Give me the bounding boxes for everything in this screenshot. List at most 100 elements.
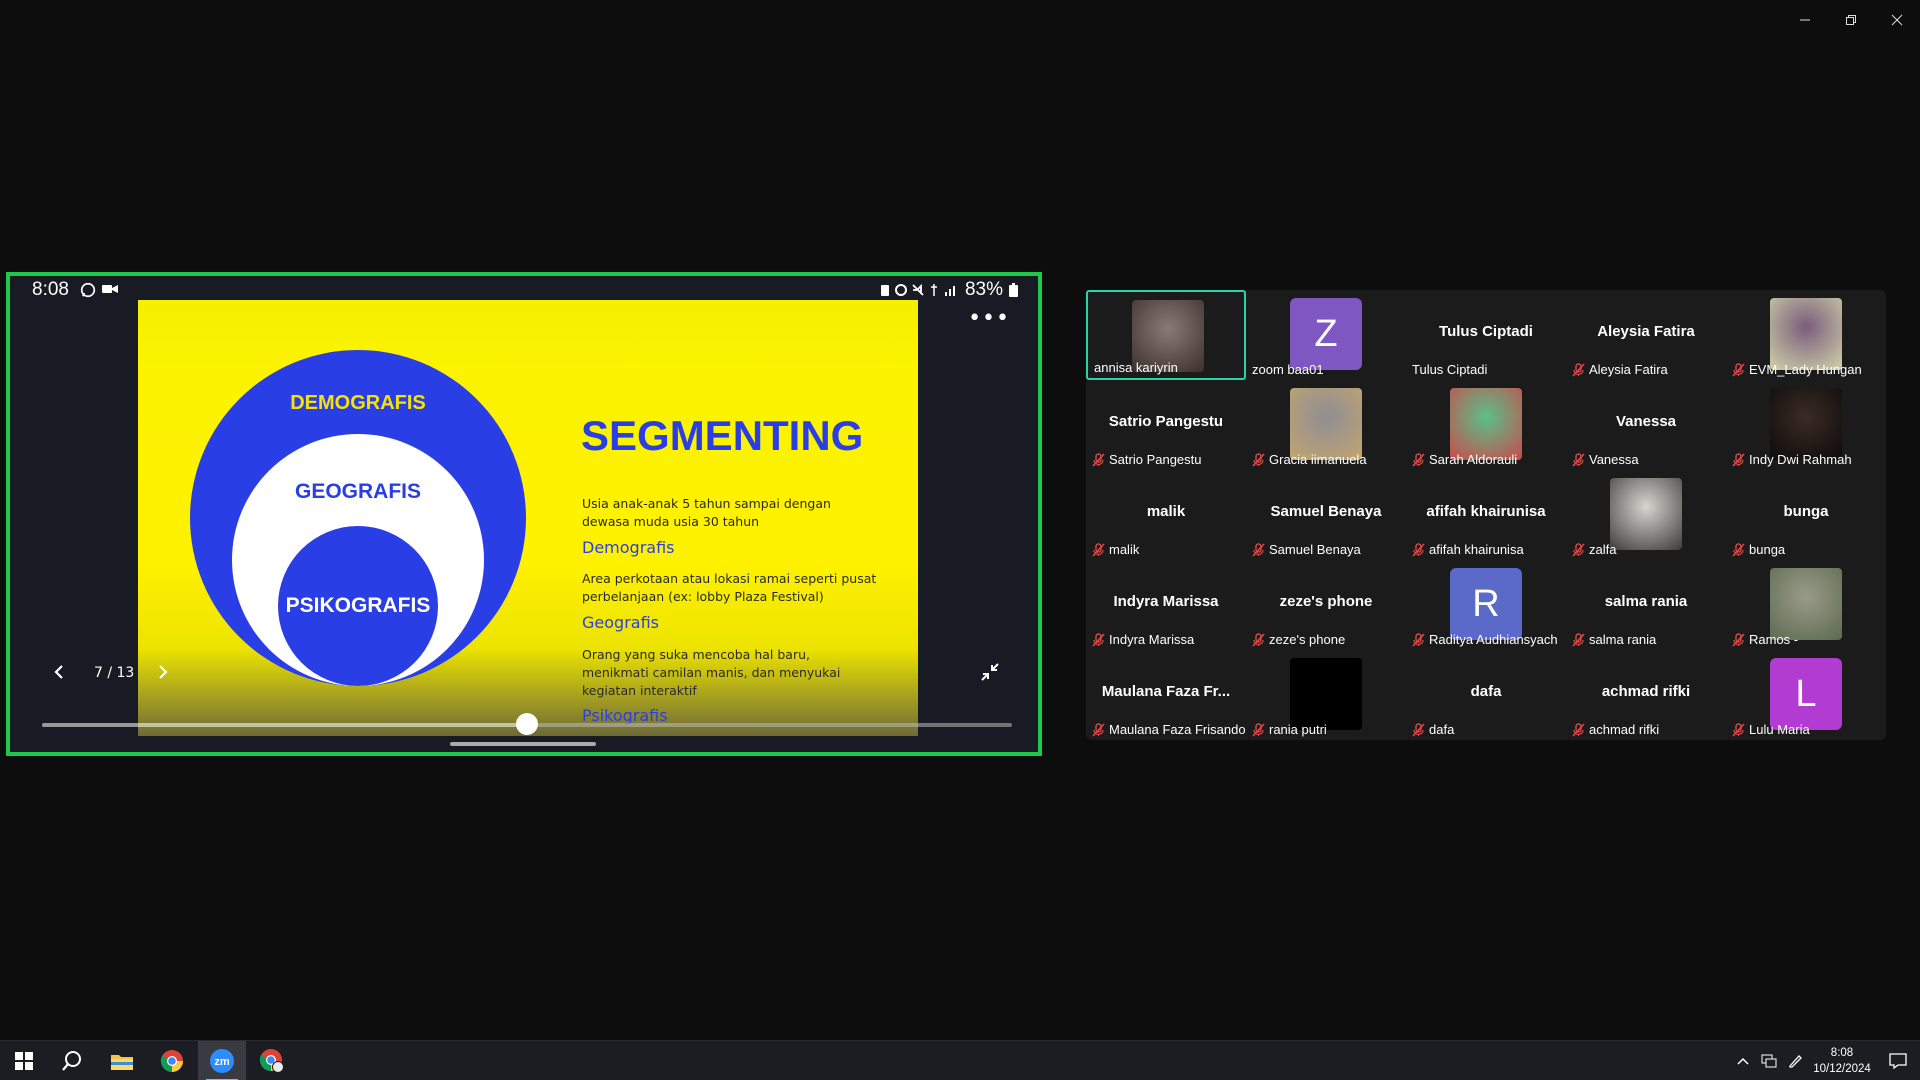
participant-video (1610, 478, 1682, 550)
more-options-icon[interactable]: ••• (968, 306, 1010, 331)
taskbar: zm 8:08 10/12/2024 (0, 1040, 1920, 1080)
slide-title: SEGMENTING (581, 412, 864, 459)
mic-muted-icon (1412, 722, 1425, 737)
mic-muted-icon (1092, 542, 1105, 557)
participant-name-bar: Tulus Ciptadi (1412, 362, 1487, 377)
restore-icon[interactable] (1828, 0, 1874, 40)
chevron-up-icon[interactable] (1730, 1041, 1756, 1080)
participant-tile[interactable]: malik malik (1086, 470, 1246, 560)
pen-icon[interactable] (1782, 1041, 1808, 1080)
participant-name-bar: Vanessa (1572, 452, 1639, 467)
participant-tile[interactable]: annisa kariyrin (1086, 290, 1246, 380)
mic-muted-icon (1092, 632, 1105, 647)
participant-name: Vanessa (1589, 452, 1639, 467)
mic-muted-icon (1412, 452, 1425, 467)
participant-name-bar: achmad rifki (1572, 722, 1659, 737)
participant-tile[interactable]: rania putri (1246, 650, 1406, 740)
participant-video (1770, 298, 1842, 370)
participant-tile[interactable]: achmad rifki achmad rifki (1566, 650, 1726, 740)
participant-tile[interactable]: zeze's phone zeze's phone (1246, 560, 1406, 650)
chrome-icon[interactable] (148, 1041, 196, 1080)
participant-name-bar: Gracia iimanuela (1252, 452, 1367, 467)
notification-icon[interactable] (1876, 1041, 1920, 1080)
participant-tile[interactable]: Ramos - (1726, 560, 1886, 650)
participant-video (1290, 658, 1362, 730)
participant-tile[interactable]: R Raditya Audhiansyach (1406, 560, 1566, 650)
participant-name: Samuel Benaya (1269, 542, 1361, 557)
participant-name: Sarah Aldorauli (1429, 452, 1518, 467)
mic-muted-icon (1252, 542, 1265, 557)
participant-display-name: bunga (1783, 503, 1829, 520)
mic-muted-icon (1092, 722, 1105, 737)
mic-muted-icon (1732, 722, 1745, 737)
mic-muted-icon (1732, 452, 1745, 467)
participant-avatar: Z (1290, 298, 1362, 370)
participant-name-bar: rania putri (1252, 722, 1327, 737)
participant-tile[interactable]: Aleysia Fatira Aleysia Fatira (1566, 290, 1726, 380)
phone-home-indicator (450, 742, 596, 746)
search-icon[interactable] (48, 1041, 96, 1080)
participant-name: Gracia iimanuela (1269, 452, 1367, 467)
participant-name: Indyra Marissa (1109, 632, 1195, 647)
mic-muted-icon (1572, 632, 1585, 647)
participant-tile[interactable]: dafa dafa (1406, 650, 1566, 740)
participant-tile[interactable]: Vanessa Vanessa (1566, 380, 1726, 470)
participant-name: Raditya Audhiansyach (1429, 632, 1558, 647)
mic-muted-icon (1572, 542, 1585, 557)
participant-name: afifah khairunisa (1429, 542, 1524, 557)
clock-date: 10/12/2024 (1813, 1063, 1871, 1075)
chrome-profile-icon[interactable] (248, 1041, 296, 1080)
participant-name-bar: Indy Dwi Rahmah (1732, 452, 1852, 467)
zoom-icon[interactable]: zm (198, 1041, 246, 1080)
participant-tile[interactable]: afifah khairunisa afifah khairunisa (1406, 470, 1566, 560)
participant-tile[interactable]: Sarah Aldorauli (1406, 380, 1566, 470)
system-tray: 8:08 10/12/2024 (1730, 1041, 1920, 1080)
close-icon[interactable] (1874, 0, 1920, 40)
participant-name: achmad rifki (1589, 722, 1660, 737)
mic-muted-icon (1732, 362, 1745, 377)
participant-tile[interactable]: Maulana Faza Fr... Maulana Faza Frisando (1086, 650, 1246, 740)
participant-tile[interactable]: Gracia iimanuela (1246, 380, 1406, 470)
participant-tile[interactable]: Indy Dwi Rahmah (1726, 380, 1886, 470)
file-explorer-icon[interactable] (98, 1041, 146, 1080)
participant-name: rania putri (1269, 722, 1327, 737)
participant-tile[interactable]: Satrio Pangestu Satrio Pangestu (1086, 380, 1246, 470)
participant-name-bar: bunga (1732, 542, 1785, 557)
participant-tile[interactable]: L Lulu Maria (1726, 650, 1886, 740)
participant-tile[interactable]: Zzoom baa01 (1246, 290, 1406, 380)
participant-tile[interactable]: Samuel Benaya Samuel Benaya (1246, 470, 1406, 560)
network-icon[interactable] (1756, 1041, 1782, 1080)
segmentation-diagram: DEMOGRAFIS GEOGRAFIS PSIKOGRAFIS (190, 350, 526, 686)
participant-display-name: Satrio Pangestu (1108, 413, 1224, 430)
participant-name: bunga (1749, 542, 1786, 557)
previous-slide-button[interactable] (52, 662, 66, 687)
participant-display-name: salma rania (1604, 593, 1688, 610)
participant-tile[interactable]: bunga bunga (1726, 470, 1886, 560)
mic-muted-icon (1252, 452, 1265, 467)
participant-avatar: R (1450, 568, 1522, 640)
taskbar-clock[interactable]: 8:08 10/12/2024 (1808, 1045, 1876, 1077)
participant-tile[interactable]: zalfa (1566, 470, 1726, 560)
slide-progress-thumb[interactable] (516, 713, 538, 735)
geografis-heading: Geografis (582, 613, 659, 632)
next-slide-button[interactable] (156, 662, 170, 687)
start-icon[interactable] (0, 1041, 48, 1080)
participant-name: zeze's phone (1269, 632, 1346, 647)
chevron-left-icon (54, 665, 63, 679)
participant-avatar: L (1770, 658, 1842, 730)
participant-tile[interactable]: Indyra Marissa Indyra Marissa (1086, 560, 1246, 650)
mic-muted-icon (1092, 452, 1105, 467)
participant-gallery: annisa kariyrin Zzoom baa01 Tulus Ciptadi T… (1086, 290, 1886, 740)
battery-icon (1009, 283, 1018, 297)
participant-display-name: Indyra Marissa (1113, 593, 1219, 610)
participant-tile[interactable]: EVM_Lady Hungan (1726, 290, 1886, 380)
exit-fullscreen-icon[interactable] (980, 662, 1000, 686)
participant-name-bar: dafa (1412, 722, 1454, 737)
participant-name: zalfa (1589, 542, 1617, 557)
participant-display-name: achmad rifki (1601, 683, 1691, 700)
minimize-icon[interactable] (1782, 0, 1828, 40)
mic-muted-icon (1412, 632, 1425, 647)
participant-display-name: Tulus Ciptadi (1439, 323, 1533, 340)
participant-tile[interactable]: salma rania salma rania (1566, 560, 1726, 650)
participant-tile[interactable]: Tulus Ciptadi Tulus Ciptadi (1406, 290, 1566, 380)
